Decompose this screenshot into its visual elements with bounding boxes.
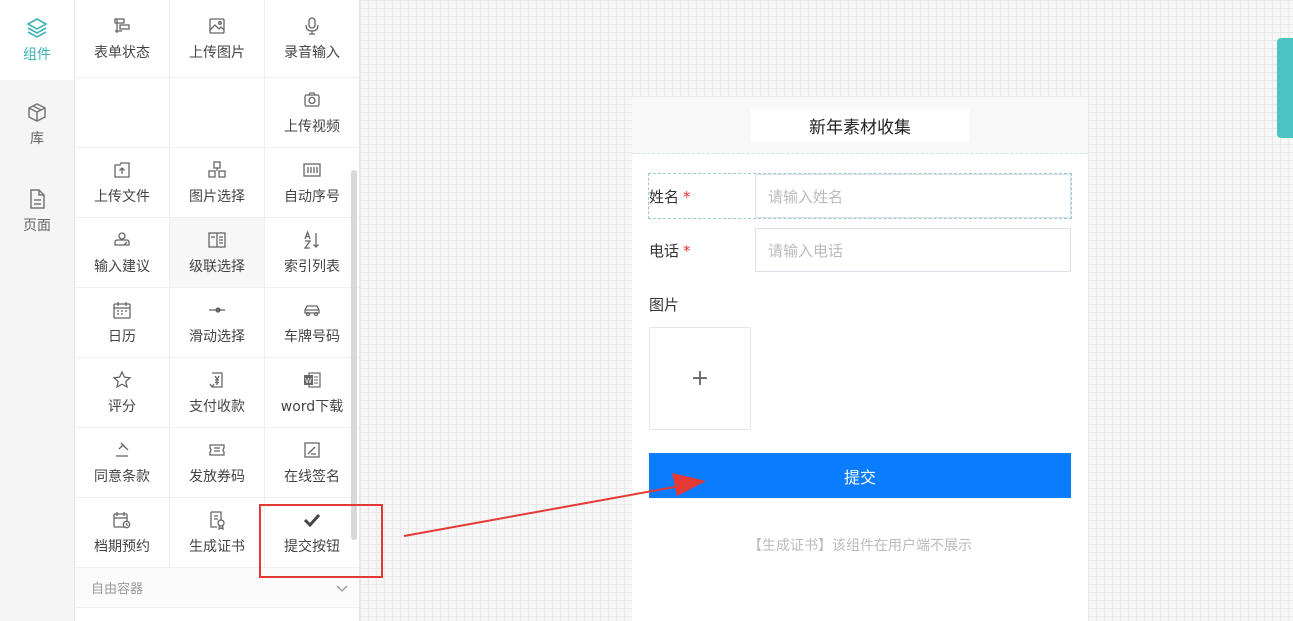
component-coupon[interactable]: 发放券码 (170, 428, 265, 498)
component-input-suggest[interactable]: 输入建议 (75, 218, 170, 288)
field-name[interactable]: 姓名 * 请输入姓名 (648, 173, 1072, 219)
component-label: 上传图片 (189, 44, 245, 61)
component-grid-top: 表单状态 上传图片 录音输入 上传视频 (75, 0, 359, 148)
annotation-highlight-box (259, 504, 383, 578)
component-label: 评分 (108, 398, 136, 415)
component-label: 滑动选择 (189, 328, 245, 345)
calendar-icon (113, 301, 131, 319)
side-tab[interactable] (1277, 38, 1293, 138)
component-label: 上传视频 (284, 118, 340, 135)
component-label: 索引列表 (284, 258, 340, 275)
star-icon (112, 369, 132, 388)
rail-item-library[interactable]: 库 (0, 80, 74, 167)
component-license-plate[interactable]: 车牌号码 (265, 288, 359, 358)
component-label: word下载 (280, 398, 344, 415)
component-payment[interactable]: 支付收款 (170, 358, 265, 428)
component-agree-terms[interactable]: 同意条款 (75, 428, 170, 498)
component-video-upload[interactable]: 上传视频 (265, 78, 359, 148)
component-label: 录音输入 (284, 44, 340, 61)
component-label: 车牌号码 (284, 328, 340, 345)
component-auto-serial[interactable]: 自动序号 (265, 148, 359, 218)
required-mark: * (683, 241, 691, 260)
page-icon (30, 188, 45, 209)
agree-icon (116, 442, 129, 457)
empty-cell (170, 78, 265, 148)
image-select-icon (208, 160, 226, 178)
signature-icon (304, 441, 320, 458)
field-image-label: 图片 (649, 296, 680, 314)
component-file-upload[interactable]: 上传文件 (75, 148, 170, 218)
input-suggest-icon (114, 231, 130, 246)
component-slider-select[interactable]: 滑动选择 (170, 288, 265, 358)
field-phone-label: 电话 * (649, 241, 691, 260)
video-upload-icon (304, 91, 320, 107)
chevron-down-icon (336, 585, 348, 592)
form-header[interactable]: 新年素材收集 (632, 98, 1088, 154)
component-label: 上传文件 (94, 188, 150, 205)
component-label: 同意条款 (94, 468, 150, 485)
file-upload-icon (114, 161, 130, 178)
payment-icon (209, 371, 223, 388)
component-audio-input[interactable]: 录音输入 (265, 0, 359, 78)
component-online-signature[interactable]: 在线签名 (265, 428, 359, 498)
panel-scrollbar[interactable] (351, 170, 357, 540)
component-label: 生成证书 (189, 538, 245, 555)
component-label: 发放券码 (189, 468, 245, 485)
layers-icon (26, 18, 48, 38)
serial-icon (303, 162, 321, 177)
cascade-icon (208, 231, 226, 248)
rail-label: 页面 (23, 217, 51, 234)
component-label: 档期预约 (94, 538, 150, 555)
plus-icon: + (690, 366, 710, 391)
component-label: 图片选择 (189, 188, 245, 205)
svg-text:W: W (305, 376, 312, 384)
component-rating[interactable]: 评分 (75, 358, 170, 428)
empty-cell (75, 78, 170, 148)
component-label: 输入建议 (94, 258, 150, 275)
image-upload-icon (209, 17, 225, 34)
schedule-icon (113, 511, 131, 528)
coupon-icon (209, 443, 225, 456)
component-form-status[interactable]: 表单状态 (75, 0, 170, 78)
component-label: 级联选择 (189, 258, 245, 275)
submit-button[interactable]: 提交 (649, 453, 1071, 498)
form-preview: 新年素材收集 姓名 * 请输入姓名 电话 * 请输入电话 图片 + 提交 【生成证书… (632, 98, 1088, 621)
word-icon: W (304, 371, 321, 388)
field-phone[interactable]: 电话 * 请输入电话 (649, 228, 1071, 272)
form-title: 新年素材收集 (751, 109, 969, 142)
nav-rail: 组件 库 页面 (0, 0, 75, 621)
component-word-download[interactable]: W word下载 (265, 358, 359, 428)
component-certificate[interactable]: 生成证书 (170, 498, 265, 568)
phone-input[interactable]: 请输入电话 (755, 228, 1071, 272)
field-name-label: 姓名 * (649, 187, 691, 206)
certificate-icon (210, 510, 225, 530)
car-icon (304, 304, 320, 316)
mic-icon (305, 16, 319, 35)
image-uploader[interactable]: + (649, 327, 751, 430)
component-index-list[interactable]: 索引列表 (265, 218, 359, 288)
rail-item-pages[interactable]: 页面 (0, 167, 74, 254)
component-label: 日历 (108, 328, 136, 345)
component-image-select[interactable]: 图片选择 (170, 148, 265, 218)
rail-item-components[interactable]: 组件 (0, 0, 74, 80)
rail-label: 库 (30, 130, 44, 147)
design-canvas: 新年素材收集 姓名 * 请输入姓名 电话 * 请输入电话 图片 + 提交 【生成证书… (360, 0, 1293, 621)
component-label: 自动序号 (284, 188, 340, 205)
component-calendar[interactable]: 日历 (75, 288, 170, 358)
certificate-note: 【生成证书】该组件在用户端不展示 (748, 538, 972, 554)
component-cascade-select[interactable]: 级联选择 (170, 218, 265, 288)
component-image-upload[interactable]: 上传图片 (170, 0, 265, 78)
required-mark: * (683, 187, 691, 206)
box-icon (28, 102, 46, 122)
component-label: 表单状态 (94, 44, 150, 61)
name-input[interactable]: 请输入姓名 (755, 174, 1071, 218)
component-label: 支付收款 (189, 398, 245, 415)
component-label: 在线签名 (284, 468, 340, 485)
component-schedule[interactable]: 档期预约 (75, 498, 170, 568)
rail-label: 组件 (23, 47, 51, 63)
sort-az-icon (303, 229, 319, 249)
form-status-icon (114, 17, 130, 33)
slider-icon (209, 306, 225, 313)
section-label: 自由容器 (91, 582, 144, 597)
